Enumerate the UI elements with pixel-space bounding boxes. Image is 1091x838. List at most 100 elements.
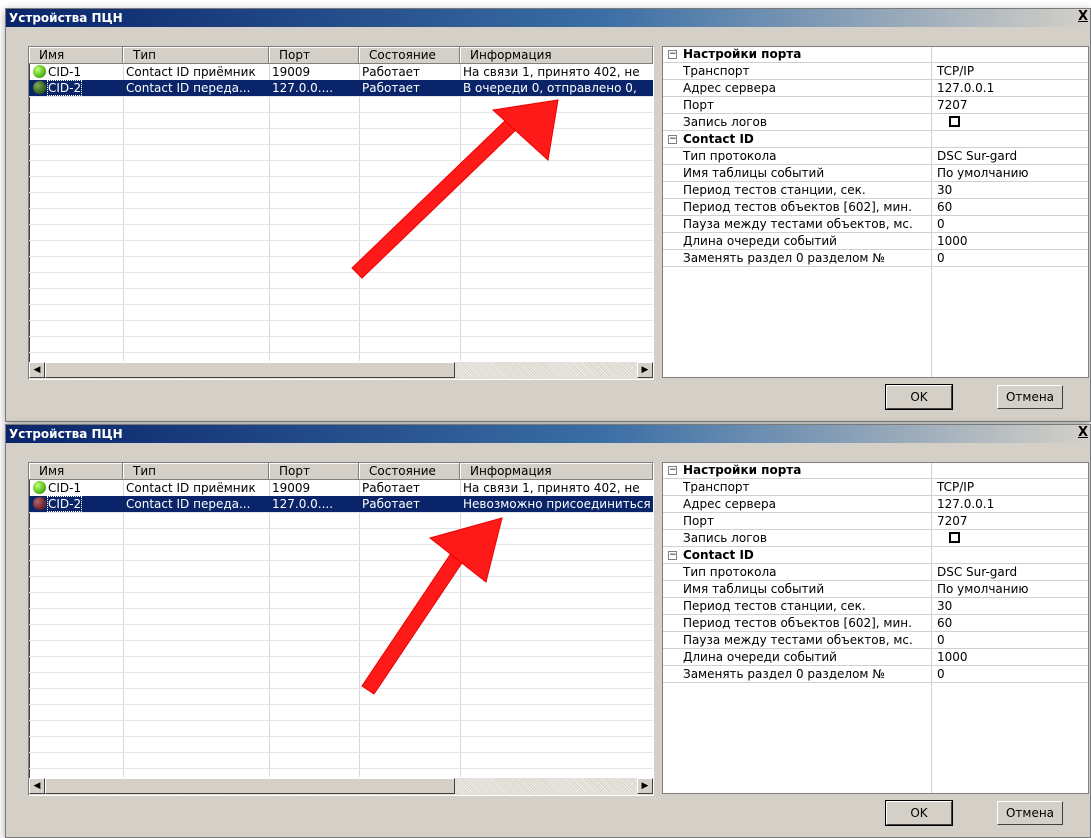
column-header-type[interactable]: Тип bbox=[123, 463, 269, 480]
write-logs-checkbox[interactable] bbox=[949, 532, 960, 543]
ok-button[interactable]: OK bbox=[886, 801, 952, 825]
horizontal-scrollbar[interactable]: ◀ ▶ bbox=[29, 362, 653, 379]
device-row-cid-2[interactable]: CID-2 Contact ID переда... 127.0.0.... Рабо… bbox=[29, 496, 653, 512]
device-info: На связи 1, принято 402, не bbox=[463, 481, 640, 495]
property-row[interactable]: Период тестов станции, сек. 30 bbox=[663, 183, 1088, 199]
scroll-right-arrow-icon[interactable]: ▶ bbox=[637, 778, 653, 794]
property-row[interactable]: Длина очереди событий 1000 bbox=[663, 234, 1088, 250]
property-value[interactable]: 7207 bbox=[937, 98, 968, 113]
collapse-icon[interactable]: − bbox=[668, 50, 677, 59]
scroll-thumb[interactable] bbox=[45, 362, 455, 378]
property-row[interactable]: Запись логов bbox=[663, 531, 1088, 547]
property-row[interactable]: Заменять раздел 0 разделом № 0 bbox=[663, 667, 1088, 683]
property-value[interactable]: 0 bbox=[937, 217, 945, 232]
collapse-icon[interactable]: − bbox=[668, 466, 677, 475]
write-logs-checkbox[interactable] bbox=[949, 116, 960, 127]
property-value[interactable]: 127.0.0.1 bbox=[937, 81, 994, 96]
property-value[interactable]: DSC Sur-gard bbox=[937, 565, 1017, 580]
property-row[interactable]: Пауза между тестами объектов, мс. 0 bbox=[663, 633, 1088, 649]
collapse-icon[interactable]: − bbox=[668, 135, 677, 144]
property-row[interactable]: Транспорт TCP/IP bbox=[663, 480, 1088, 496]
device-port: 19009 bbox=[272, 65, 311, 79]
property-value[interactable] bbox=[937, 115, 960, 130]
scroll-thumb[interactable] bbox=[45, 778, 455, 794]
property-value[interactable]: TCP/IP bbox=[937, 64, 974, 79]
property-name: Период тестов станции, сек. bbox=[683, 183, 932, 198]
property-row[interactable]: Адрес сервера 127.0.0.1 bbox=[663, 81, 1088, 97]
property-row[interactable]: Адрес сервера 127.0.0.1 bbox=[663, 497, 1088, 513]
property-value[interactable]: 30 bbox=[937, 183, 952, 198]
device-list[interactable]: Имя Тип Порт Состояние Информация CID-1 C… bbox=[28, 462, 654, 796]
device-port: 127.0.0.... bbox=[272, 81, 334, 95]
property-row[interactable]: Тип протокола DSC Sur-gard bbox=[663, 149, 1088, 165]
property-value[interactable]: 127.0.0.1 bbox=[937, 497, 994, 512]
property-name: Длина очереди событий bbox=[683, 234, 932, 249]
property-row[interactable]: Тип протокола DSC Sur-gard bbox=[663, 565, 1088, 581]
property-name: Contact ID bbox=[683, 548, 932, 563]
column-header-state[interactable]: Состояние bbox=[359, 463, 460, 480]
close-button[interactable]: X bbox=[1076, 9, 1090, 25]
property-value[interactable]: TCP/IP bbox=[937, 480, 974, 495]
column-header-info[interactable]: Информация bbox=[460, 463, 653, 480]
property-category[interactable]: − Настройки порта bbox=[663, 47, 1088, 63]
property-row[interactable]: Период тестов объектов [602], мин. 60 bbox=[663, 200, 1088, 216]
property-value[interactable]: 1000 bbox=[937, 234, 968, 249]
dialog-title: Устройства ПЦН bbox=[6, 425, 1090, 443]
property-row[interactable]: Порт 7207 bbox=[663, 514, 1088, 530]
device-list[interactable]: Имя Тип Порт Состояние Информация CID-1 C… bbox=[28, 46, 654, 380]
device-type: Contact ID переда... bbox=[126, 81, 251, 95]
horizontal-scrollbar[interactable]: ◀ ▶ bbox=[29, 778, 653, 795]
column-header-info[interactable]: Информация bbox=[460, 47, 653, 64]
ok-button[interactable]: OK bbox=[886, 385, 952, 409]
column-header-port[interactable]: Порт bbox=[269, 47, 359, 64]
property-value[interactable]: 0 bbox=[937, 633, 945, 648]
cancel-button[interactable]: Отмена bbox=[997, 385, 1063, 409]
property-row[interactable]: Порт 7207 bbox=[663, 98, 1088, 114]
property-category[interactable]: − Настройки порта bbox=[663, 463, 1088, 479]
collapse-icon[interactable]: − bbox=[668, 551, 677, 560]
cancel-button[interactable]: Отмена bbox=[997, 801, 1063, 825]
property-row[interactable]: Имя таблицы событий По умолчанию bbox=[663, 582, 1088, 598]
device-name: CID-1 bbox=[48, 481, 82, 495]
property-value[interactable]: 60 bbox=[937, 200, 952, 215]
property-value[interactable]: 7207 bbox=[937, 514, 968, 529]
green-led-icon bbox=[33, 65, 46, 78]
devices-dialog-2: Устройства ПЦН X Имя Тип Порт Состояние … bbox=[5, 424, 1091, 838]
property-name: Запись логов bbox=[683, 115, 932, 130]
property-row[interactable]: Длина очереди событий 1000 bbox=[663, 650, 1088, 666]
property-category[interactable]: − Contact ID bbox=[663, 132, 1088, 148]
column-header-name[interactable]: Имя bbox=[29, 463, 123, 480]
property-value[interactable]: DSC Sur-gard bbox=[937, 149, 1017, 164]
property-row[interactable]: Транспорт TCP/IP bbox=[663, 64, 1088, 80]
property-value[interactable]: 0 bbox=[937, 667, 945, 682]
device-state: Работает bbox=[362, 65, 421, 79]
property-row[interactable]: Период тестов станции, сек. 30 bbox=[663, 599, 1088, 615]
column-header-state[interactable]: Состояние bbox=[359, 47, 460, 64]
property-row[interactable]: Пауза между тестами объектов, мс. 0 bbox=[663, 217, 1088, 233]
property-row[interactable]: Период тестов объектов [602], мин. 60 bbox=[663, 616, 1088, 632]
device-row-cid-1[interactable]: CID-1 Contact ID приёмник 19009 Работает На … bbox=[29, 64, 653, 80]
property-value[interactable]: 1000 bbox=[937, 650, 968, 665]
column-header-name[interactable]: Имя bbox=[29, 47, 123, 64]
column-header-type[interactable]: Тип bbox=[123, 47, 269, 64]
property-value[interactable] bbox=[937, 531, 960, 546]
scroll-left-arrow-icon[interactable]: ◀ bbox=[29, 778, 45, 794]
scroll-right-arrow-icon[interactable]: ▶ bbox=[637, 362, 653, 378]
property-grid[interactable]: − Настройки порта Транспорт TCP/IP Адрес сер… bbox=[662, 462, 1089, 794]
property-grid[interactable]: − Настройки порта Транспорт TCP/IP Адрес сер… bbox=[662, 46, 1089, 378]
property-value[interactable]: По умолчанию bbox=[937, 582, 1029, 597]
scroll-left-arrow-icon[interactable]: ◀ bbox=[29, 362, 45, 378]
property-value[interactable]: 30 bbox=[937, 599, 952, 614]
property-category[interactable]: − Contact ID bbox=[663, 548, 1088, 564]
property-value[interactable]: 0 bbox=[937, 251, 945, 266]
property-value[interactable]: По умолчанию bbox=[937, 166, 1029, 181]
column-header-port[interactable]: Порт bbox=[269, 463, 359, 480]
property-value[interactable]: 60 bbox=[937, 616, 952, 631]
dialog-title: Устройства ПЦН bbox=[6, 9, 1090, 27]
device-row-cid-2[interactable]: CID-2 Contact ID переда... 127.0.0.... Рабо… bbox=[29, 80, 653, 96]
property-row[interactable]: Имя таблицы событий По умолчанию bbox=[663, 166, 1088, 182]
close-button[interactable]: X bbox=[1076, 425, 1090, 441]
property-row[interactable]: Запись логов bbox=[663, 115, 1088, 131]
property-row[interactable]: Заменять раздел 0 разделом № 0 bbox=[663, 251, 1088, 267]
device-row-cid-1[interactable]: CID-1 Contact ID приёмник 19009 Работает На … bbox=[29, 480, 653, 496]
